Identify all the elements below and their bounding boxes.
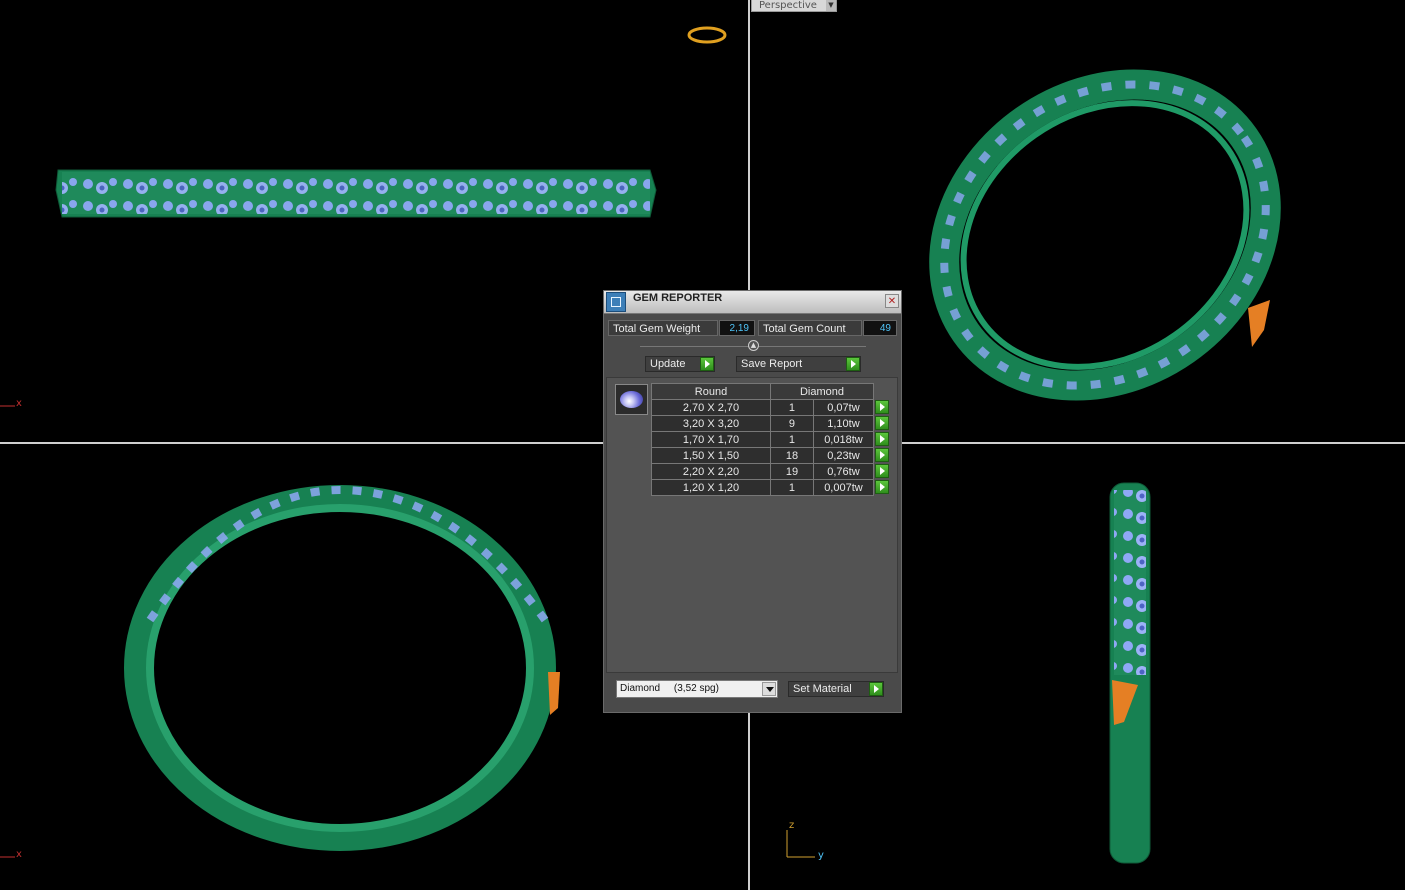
table-row[interactable]: 2,70 X 2,70 1 0,07tw	[651, 399, 891, 416]
chevron-down-icon[interactable]	[762, 682, 776, 696]
orange-accent-front	[548, 672, 560, 715]
gem-weight-cell: 0,23tw	[812, 447, 875, 464]
play-arrow-icon[interactable]	[875, 415, 889, 430]
total-gem-count-value: 49	[863, 320, 897, 336]
gem-size-cell: 2,70 X 2,70	[651, 399, 771, 416]
gem-table: Round Diamond 2,70 X 2,70 1 0,07tw 3,20 X 3…	[651, 383, 891, 496]
bangle-perspective-view	[929, 69, 1281, 401]
viewport-label-text: Perspective	[759, 0, 817, 11]
gem-list-area: Round Diamond 2,70 X 2,70 1 0,07tw 3,20 X 3…	[606, 377, 898, 673]
table-row[interactable]: 2,20 X 2,20 19 0,76tw	[651, 463, 891, 480]
collapse-toggle-icon[interactable]: ▲	[748, 340, 759, 351]
update-button[interactable]: Update	[645, 356, 715, 372]
axis-x-label-bottom: x	[16, 849, 22, 860]
gem-weight-cell: 0,76tw	[812, 463, 875, 480]
gem-size-cell: 3,20 X 3,20	[651, 415, 771, 432]
table-row[interactable]: 1,20 X 1,20 1 0,007tw	[651, 479, 891, 496]
gem-weight-cell: 0,07tw	[812, 399, 875, 416]
orange-accent-top	[1248, 300, 1270, 347]
bangle-side-view	[55, 169, 657, 218]
row-action-cell[interactable]	[874, 399, 891, 416]
gem-count-cell: 18	[770, 447, 814, 464]
gem-reporter-panel: GEM REPORTER ✕ Total Gem Weight 2,19 Tot…	[603, 290, 902, 713]
axis-y-label: y	[818, 850, 824, 861]
gem-count-cell: 1	[770, 399, 814, 416]
gem-count-cell: 1	[770, 431, 814, 448]
table-row[interactable]: 3,20 X 3,20 9 1,10tw	[651, 415, 891, 432]
play-arrow-icon	[869, 682, 883, 696]
gem-size-cell: 1,50 X 1,50	[651, 447, 771, 464]
play-arrow-icon[interactable]	[875, 447, 889, 462]
gem-count-cell: 1	[770, 479, 814, 496]
table-row[interactable]: 1,50 X 1,50 18 0,23tw	[651, 447, 891, 464]
close-icon[interactable]: ✕	[885, 294, 899, 308]
gem-weight-cell: 0,007tw	[812, 479, 875, 496]
gem-weight-cell: 0,018tw	[812, 431, 875, 448]
viewport-label-dropdown[interactable]: Perspective ▼	[751, 0, 837, 12]
save-report-button[interactable]: Save Report	[736, 356, 861, 372]
gem-size-cell: 2,20 X 2,20	[651, 463, 771, 480]
table-row[interactable]: 1,70 X 1,70 1 0,018tw	[651, 431, 891, 448]
panel-titlebar[interactable]: GEM REPORTER ✕	[604, 291, 901, 314]
play-arrow-icon	[700, 357, 714, 371]
bangle-end-view	[1109, 482, 1151, 864]
row-action-cell[interactable]	[874, 479, 891, 496]
bangle-front-view	[124, 485, 556, 851]
total-gem-weight-value: 2,19	[719, 320, 755, 336]
total-gem-weight-label: Total Gem Weight	[608, 320, 718, 336]
bangle-mini-icon	[687, 26, 727, 44]
panel-title: GEM REPORTER	[633, 292, 723, 304]
axis-x-label-top: x	[16, 398, 22, 409]
gem-shape-header: Round	[651, 383, 771, 400]
gem-reporter-icon	[606, 292, 626, 312]
play-arrow-icon[interactable]	[875, 431, 889, 446]
update-button-label: Update	[650, 358, 686, 370]
set-material-button[interactable]: Set Material	[788, 681, 884, 697]
play-arrow-icon[interactable]	[875, 399, 889, 414]
gem-count-cell: 9	[770, 415, 814, 432]
total-gem-count-label: Total Gem Count	[758, 320, 862, 336]
gem-size-cell: 1,70 X 1,70	[651, 431, 771, 448]
play-arrow-icon[interactable]	[875, 479, 889, 494]
row-action-cell[interactable]	[874, 447, 891, 464]
save-report-button-label: Save Report	[741, 358, 803, 370]
axis-z-label: z	[789, 820, 795, 831]
row-action-cell[interactable]	[874, 431, 891, 448]
row-action-cell[interactable]	[874, 415, 891, 432]
play-arrow-icon[interactable]	[875, 463, 889, 478]
play-arrow-icon	[846, 357, 860, 371]
gem-weight-cell: 1,10tw	[812, 415, 875, 432]
set-material-button-label: Set Material	[793, 683, 852, 695]
material-select-value: Diamond (3,52 spg)	[620, 683, 719, 694]
gem-count-cell: 19	[770, 463, 814, 480]
gem-material-header: Diamond	[770, 383, 874, 400]
gem-size-cell: 1,20 X 1,20	[651, 479, 771, 496]
chevron-down-icon[interactable]: ▼	[826, 0, 836, 11]
row-action-cell[interactable]	[874, 463, 891, 480]
material-select[interactable]: Diamond (3,52 spg)	[616, 680, 778, 698]
round-diamond-icon[interactable]	[615, 384, 648, 415]
